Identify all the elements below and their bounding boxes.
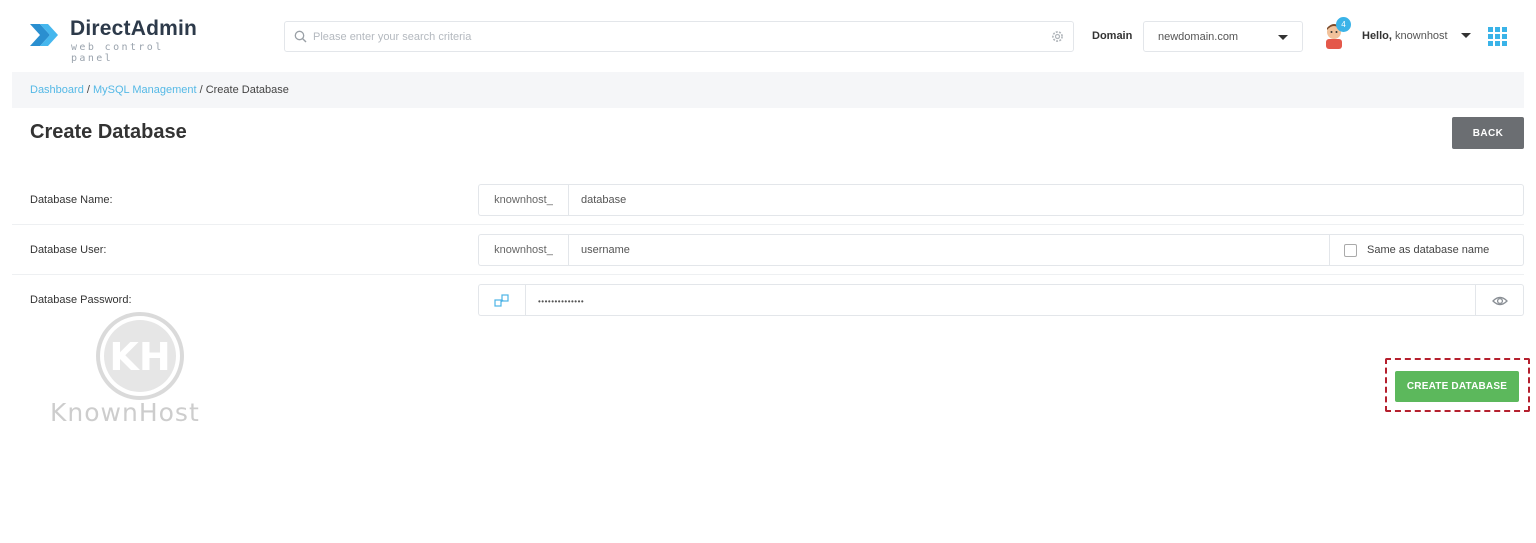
breadcrumb: Dashboard / MySQL Management / Create Da…	[30, 84, 289, 96]
database-name-input[interactable]	[581, 192, 1440, 208]
top-header: DirectAdmin web control panel Domain new…	[0, 0, 1536, 72]
eye-icon	[1492, 296, 1508, 306]
domain-select[interactable]: newdomain.com	[1143, 21, 1303, 52]
notification-badge[interactable]: 4	[1336, 17, 1351, 32]
search-input[interactable]	[313, 27, 1033, 47]
user-menu-chevron-down-icon[interactable]	[1461, 33, 1471, 38]
brand-subtitle: web control panel	[71, 42, 164, 64]
search-box[interactable]	[284, 21, 1074, 52]
form-row-database-name: Database Name: knownhost_	[12, 175, 1524, 225]
knownhost-monogram-logo: KH	[96, 312, 184, 400]
back-button[interactable]: BACK	[1452, 117, 1524, 149]
key-generate-icon	[494, 294, 509, 307]
same-as-database-name-label: Same as database name	[1367, 244, 1490, 256]
chevron-down-icon	[1278, 35, 1288, 40]
create-database-button[interactable]: CREATE DATABASE	[1395, 371, 1519, 402]
database-name-label: Database Name:	[30, 194, 113, 206]
breadcrumb-dashboard[interactable]: Dashboard	[30, 84, 84, 96]
database-user-prefix: knownhost_	[478, 234, 568, 266]
breadcrumb-bar: Dashboard / MySQL Management / Create Da…	[12, 72, 1524, 108]
page-title: Create Database	[30, 121, 187, 143]
database-user-input[interactable]	[581, 242, 1265, 258]
database-user-field-wrap	[568, 234, 1330, 266]
watermark-text: KnownHost	[50, 398, 200, 427]
database-password-label: Database Password:	[30, 294, 132, 306]
search-icon	[294, 30, 307, 43]
directadmin-logo[interactable]: DirectAdmin web control panel	[28, 16, 208, 64]
database-name-field-wrap	[568, 184, 1524, 216]
database-password-field-wrap	[525, 284, 1476, 316]
toggle-password-visibility-button[interactable]	[1476, 284, 1524, 316]
generate-password-button[interactable]	[478, 284, 525, 316]
form-row-database-user: Database User: knownhost_ Same as databa…	[12, 225, 1524, 275]
breadcrumb-mysql-management[interactable]: MySQL Management	[93, 84, 197, 96]
domain-select-value: newdomain.com	[1158, 31, 1239, 43]
database-password-input[interactable]	[538, 293, 1393, 309]
same-as-database-name-checkbox[interactable]	[1344, 244, 1357, 257]
directadmin-chevron-logo-icon	[30, 24, 58, 46]
domain-label: Domain	[1092, 30, 1133, 42]
user-greeting[interactable]: Hello, knownhost	[1362, 30, 1448, 42]
breadcrumb-current: Create Database	[205, 84, 289, 96]
knownhost-watermark: KH KnownHost	[46, 312, 246, 432]
hello-label: Hello,	[1362, 30, 1392, 42]
apps-grid-icon[interactable]	[1488, 27, 1507, 46]
database-name-prefix: knownhost_	[478, 184, 568, 216]
brand-title: DirectAdmin	[70, 17, 198, 40]
username: knownhost	[1395, 30, 1448, 42]
gear-icon[interactable]	[1051, 30, 1064, 43]
same-as-database-name-toggle[interactable]: Same as database name	[1330, 234, 1524, 266]
database-user-label: Database User:	[30, 244, 107, 256]
monogram-text: KH	[109, 335, 170, 379]
